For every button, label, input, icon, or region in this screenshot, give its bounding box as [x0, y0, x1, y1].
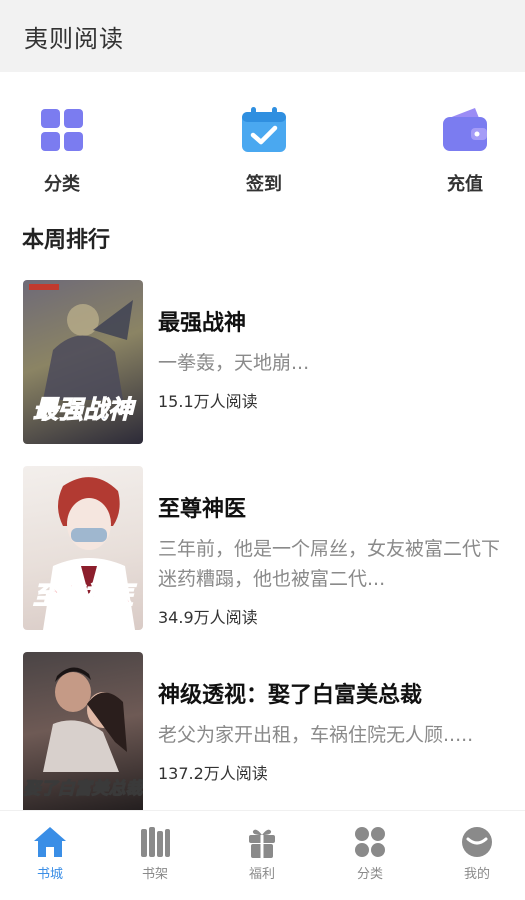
quick-nav: 分类 签到 充值 — [0, 100, 525, 200]
tab-bookshelf-label: 书架 — [141, 867, 168, 882]
quick-nav-recharge-label: 充值 — [447, 174, 483, 195]
book-description: 老父为家开出租，车祸住院无人顾..... — [158, 724, 474, 746]
app-title: 夷则阅读 — [24, 24, 124, 53]
app-root: 夷则阅读 分类 签到 充值 本周排行 最强战神 最强战神 一拳轰，天地崩... … — [0, 0, 525, 900]
tab-bookstore[interactable]: 书城 — [15, 825, 85, 895]
book-read-count: 15.1万人阅读 — [158, 392, 258, 411]
wallet-icon — [439, 104, 491, 156]
category-icon — [352, 825, 388, 859]
tab-welfare[interactable]: 福利 — [227, 825, 297, 895]
book-cover-text: 最强战神 — [32, 395, 133, 424]
home-icon — [32, 825, 68, 859]
weekly-ranking-title: 本周排行 — [22, 228, 111, 253]
book-read-count: 34.9万人阅读 — [158, 608, 258, 627]
book-title[interactable]: 神级透视：娶了白富美总裁 — [158, 680, 505, 712]
book-cover-text: 娶了白富美总裁 — [23, 779, 143, 799]
book-cover[interactable]: 至尊神医 — [23, 466, 143, 630]
book-item[interactable]: 最强战神 最强战神 一拳轰，天地崩... 15.1万人阅读 — [0, 278, 525, 446]
book-description: 一拳轰，天地崩... — [158, 352, 310, 374]
app-header: 夷则阅读 — [0, 0, 525, 72]
book-title[interactable]: 最强战神 — [158, 308, 505, 340]
tab-category-label: 分类 — [356, 867, 383, 882]
bookshelf-icon — [137, 825, 173, 859]
book-read-count: 137.2万人阅读 — [158, 764, 268, 783]
profile-icon — [459, 825, 495, 859]
bottom-tab-bar: 书城 书架 福利 分类 我的 — [0, 810, 525, 900]
grid-icon — [36, 104, 88, 156]
book-item[interactable]: 至尊神医 至尊神医 三年前，他是一个屌丝，女友被富二代下迷药糟蹋，他也被富二代.… — [0, 464, 525, 632]
book-info: 最强战神 一拳轰，天地崩... 15.1万人阅读 — [158, 308, 505, 412]
tab-profile-label: 我的 — [463, 867, 490, 882]
book-cover-text: 至尊神医 — [32, 581, 133, 610]
tab-category[interactable]: 分类 — [335, 825, 405, 895]
quick-nav-recharge[interactable]: 充值 — [420, 100, 510, 200]
quick-nav-checkin[interactable]: 签到 — [219, 100, 309, 200]
book-cover[interactable]: 娶了白富美总裁 — [23, 652, 143, 816]
book-info: 神级透视：娶了白富美总裁 老父为家开出租，车祸住院无人顾..... 137.2万… — [158, 680, 505, 784]
quick-nav-category-label: 分类 — [44, 174, 80, 195]
gift-icon — [244, 825, 280, 859]
calendar-check-icon — [238, 104, 290, 156]
book-info: 至尊神医 三年前，他是一个屌丝，女友被富二代下迷药糟蹋，他也被富二代... 34… — [158, 494, 505, 628]
book-item[interactable]: 娶了白富美总裁 神级透视：娶了白富美总裁 老父为家开出租，车祸住院无人顾....… — [0, 650, 525, 818]
book-cover[interactable]: 最强战神 — [23, 280, 143, 444]
book-description: 三年前，他是一个屌丝，女友被富二代下迷药糟蹋，他也被富二代... — [158, 538, 501, 590]
tab-profile[interactable]: 我的 — [442, 825, 512, 895]
quick-nav-checkin-label: 签到 — [246, 174, 282, 195]
book-title[interactable]: 至尊神医 — [158, 494, 505, 526]
tab-welfare-label: 福利 — [248, 867, 275, 882]
tab-bookshelf[interactable]: 书架 — [120, 825, 190, 895]
quick-nav-category[interactable]: 分类 — [17, 100, 107, 200]
tab-bookstore-label: 书城 — [36, 867, 63, 882]
